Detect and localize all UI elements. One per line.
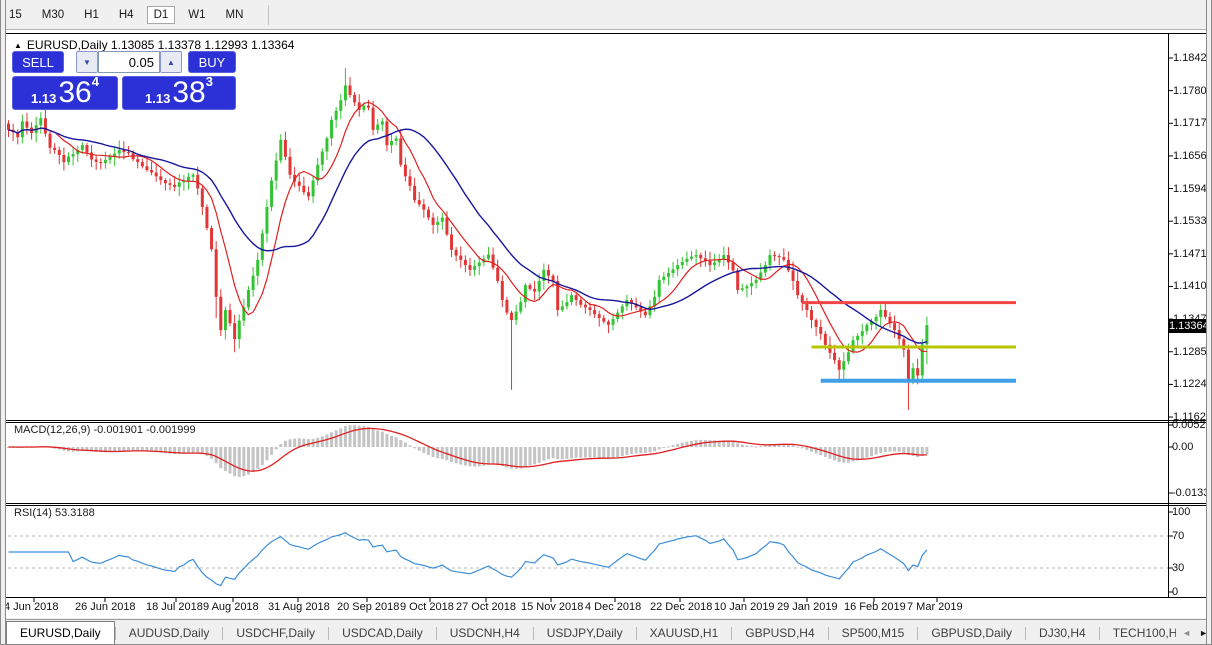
timeframe-button-15[interactable]: 15 xyxy=(2,6,29,24)
date-axis-label: 26 Jun 2018 xyxy=(75,601,136,613)
buy-price-main: 38 xyxy=(172,76,206,109)
tab-usdjpy-daily[interactable]: USDJPY,Daily xyxy=(534,621,636,645)
macd-name: MACD(12,26,9) xyxy=(14,424,91,436)
date-axis-label: 9 Aug 2018 xyxy=(203,601,259,613)
date-axis-label: 9 Oct 2018 xyxy=(400,601,454,613)
date-axis-label: 20 Sep 2018 xyxy=(337,601,400,613)
sell-price-main: 36 xyxy=(58,76,92,109)
symbol-tabs: EURUSD,Daily AUDUSD,Daily USDCHF,Daily USDC… xyxy=(6,620,1212,645)
chart-title: ▲ EURUSD,Daily 1.13085 1.13378 1.12993 1.… xyxy=(14,38,294,52)
date-axis-label: 10 Jan 2019 xyxy=(714,601,775,613)
sell-price-button[interactable]: 1.13 36 4 xyxy=(12,74,118,110)
timeframe-button-d1[interactable]: D1 xyxy=(146,5,176,24)
tab-dj30-h4[interactable]: DJ30,H4 xyxy=(1026,621,1099,645)
chevron-up-icon: ▲ xyxy=(167,57,175,67)
rsi-axis-label: 100 xyxy=(1172,506,1191,518)
rsi-value: 53.3188 xyxy=(54,507,95,519)
buy-price-button[interactable]: 1.13 38 3 xyxy=(122,74,236,110)
tab-xauusd-h1[interactable]: XAUUSD,H1 xyxy=(637,621,732,645)
tab-scroll-buttons: ◄ ► xyxy=(1176,620,1208,645)
date-axis-label: 31 Aug 2018 xyxy=(268,601,330,613)
buy-price-pip: 3 xyxy=(205,74,213,89)
macd-values: -0.001901 -0.001999 xyxy=(93,424,196,436)
tab-audusd-daily[interactable]: AUDUSD,Daily xyxy=(116,621,223,645)
collapse-panel-icon[interactable]: ▲ xyxy=(14,41,22,50)
rsi-axis-label: 0 xyxy=(1172,586,1179,598)
one-click-trade-panel: SELL ▼ ▲ BUY 1.13364 1.13383 xyxy=(12,51,236,110)
date-axis-label: 18 Jul 2018 xyxy=(146,601,203,613)
sell-price-pip: 4 xyxy=(91,74,99,89)
date-axis-label: 29 Jan 2019 xyxy=(777,601,838,613)
date-axis-label: 15 Nov 2018 xyxy=(521,601,584,613)
buy-price-prefix: 1.13 xyxy=(145,91,171,106)
tab-gbpusd-h4[interactable]: GBPUSD,H4 xyxy=(732,621,827,645)
timeframe-button-m30[interactable]: M30 xyxy=(35,6,71,24)
date-axis-label: 27 Oct 2018 xyxy=(456,601,516,613)
tab-gbpusd-daily[interactable]: GBPUSD,Daily xyxy=(918,621,1025,645)
macd-axis-label: 0.00 xyxy=(1172,441,1194,453)
rsi-axis-label: 70 xyxy=(1172,530,1185,542)
window-left-border xyxy=(0,0,6,645)
chevron-down-icon: ▼ xyxy=(83,57,91,67)
timeframe-button-h1[interactable]: H1 xyxy=(77,6,106,24)
date-axis-label: 22 Dec 2018 xyxy=(650,601,713,613)
sell-button[interactable]: SELL xyxy=(12,51,64,73)
timeframe-button-h4[interactable]: H4 xyxy=(112,6,141,24)
date-axis-label: 4 Jun 2018 xyxy=(4,601,59,613)
rsi-indicator-label: RSI(14) 53.3188 xyxy=(14,507,95,519)
tabs-scroll-left-icon[interactable]: ◄ xyxy=(1182,628,1191,638)
rsi-axis-label: 30 xyxy=(1172,562,1185,574)
rsi-name: RSI(14) xyxy=(14,507,52,519)
macd-indicator-label: MACD(12,26,9) -0.001901 -0.001999 xyxy=(14,424,196,436)
tab-usdchf-daily[interactable]: USDCHF,Daily xyxy=(223,621,328,645)
volume-input[interactable] xyxy=(98,51,160,73)
timeframe-toolbar: 15 M30 H1 H4 D1 W1 MN xyxy=(0,0,1212,30)
date-axis-label: 7 Mar 2019 xyxy=(907,601,963,613)
tab-sp500-m15[interactable]: SP500,M15 xyxy=(829,621,918,645)
tab-usdcnh-h4[interactable]: USDCNH,H4 xyxy=(437,621,533,645)
tab-eurusd-daily[interactable]: EURUSD,Daily xyxy=(6,620,115,645)
date-axis-label: 4 Dec 2018 xyxy=(585,601,642,613)
timeframe-button-w1[interactable]: W1 xyxy=(181,6,212,24)
timeframe-button-mn[interactable]: MN xyxy=(219,6,251,24)
volume-increase-button[interactable]: ▲ xyxy=(160,51,182,73)
sell-price-prefix: 1.13 xyxy=(31,91,57,106)
window-right-border xyxy=(1206,0,1212,645)
chart-title-text: EURUSD,Daily 1.13085 1.13378 1.12993 1.1… xyxy=(26,38,295,52)
symbol-tabs-bar: EURUSD,Daily AUDUSD,Daily USDCHF,Daily USDC… xyxy=(0,619,1212,645)
mt-window: 15 M30 H1 H4 D1 W1 MN ▲ EURUSD,Daily 1.13085 1.… xyxy=(0,0,1212,645)
toolbar-separator xyxy=(268,4,270,25)
date-axis-label: 16 Feb 2019 xyxy=(844,601,906,613)
tab-usdcad-daily[interactable]: USDCAD,Daily xyxy=(329,621,436,645)
